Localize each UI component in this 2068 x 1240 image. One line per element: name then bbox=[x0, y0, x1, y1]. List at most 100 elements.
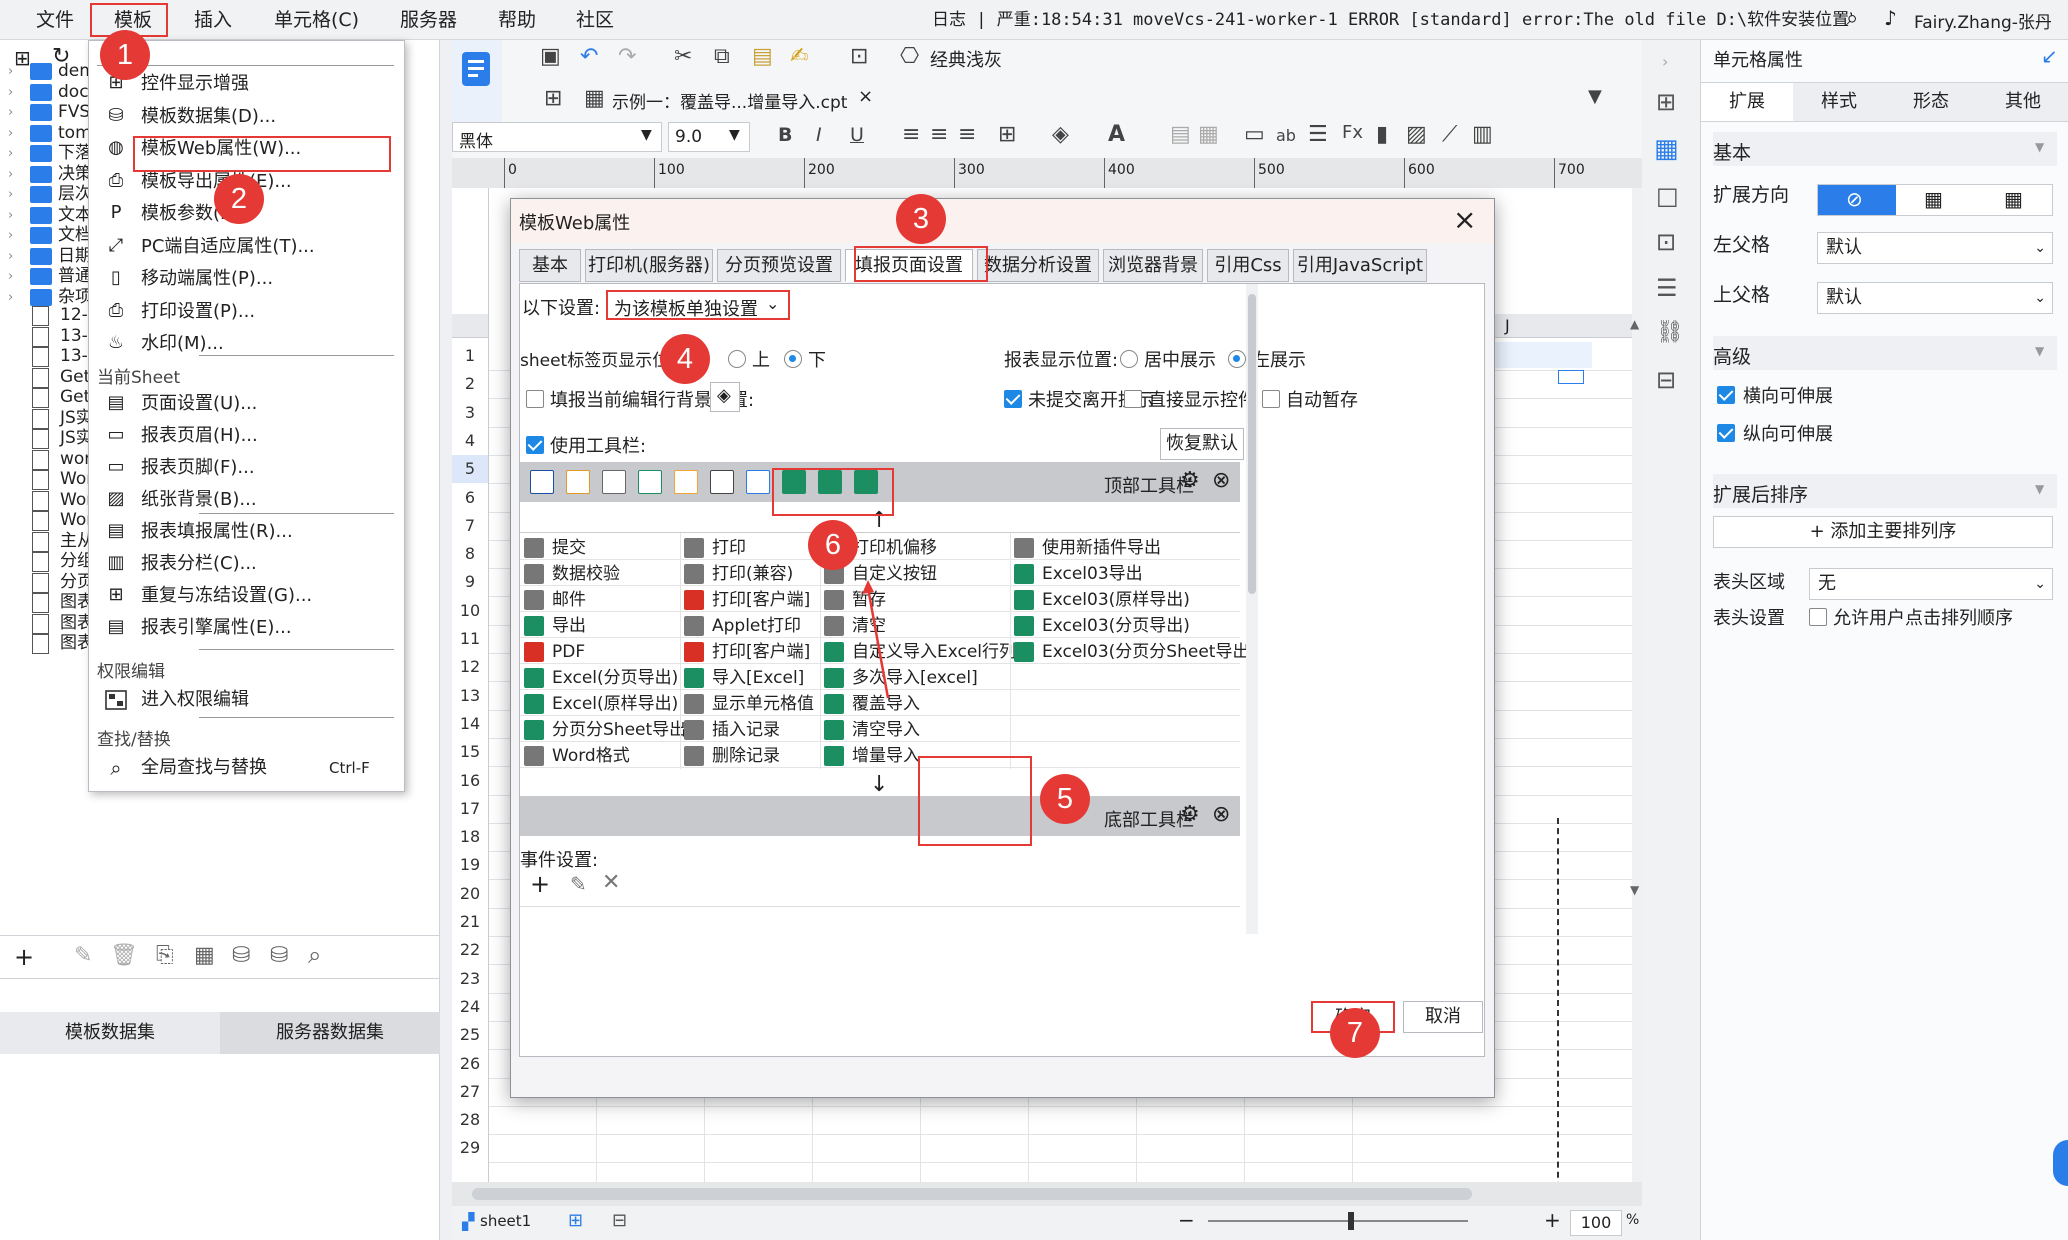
theme-icon[interactable]: ⎔ bbox=[900, 44, 919, 69]
menu-item[interactable]: ▯ 移动端属性(P)... bbox=[89, 264, 404, 294]
tab-shape[interactable]: 形态 bbox=[1885, 83, 1977, 121]
bottom-toolbar-strip[interactable]: 底部工具栏 ⚙ ⊗ bbox=[520, 796, 1240, 836]
tab-menu-icon[interactable]: ▼ bbox=[1588, 86, 1602, 107]
dialog-tab[interactable]: 打印机(服务器) bbox=[585, 249, 713, 282]
slash-icon[interactable]: ⟋ bbox=[1442, 122, 1457, 147]
row-header[interactable]: 1 bbox=[452, 342, 488, 370]
row-header[interactable]: 16 bbox=[452, 767, 488, 795]
menu-help[interactable]: 帮助 bbox=[490, 6, 544, 34]
row-header[interactable]: 6 bbox=[452, 484, 488, 512]
align-left-icon[interactable]: ≡ bbox=[902, 122, 920, 147]
subreport-icon[interactable]: ▥ bbox=[1472, 122, 1493, 147]
dialog-tab[interactable]: 分页预览设置 bbox=[717, 249, 841, 282]
unmerge-icon[interactable]: ▦ bbox=[1198, 122, 1219, 147]
vertical-scrollbar[interactable]: ▲ ▼ bbox=[1630, 188, 1642, 1198]
section-advanced[interactable]: 高级 ▼ bbox=[1713, 336, 2057, 370]
zoom-input[interactable]: 100 bbox=[1570, 1210, 1622, 1236]
save-icon[interactable]: ▣ bbox=[540, 44, 561, 69]
image-icon[interactable]: ▨ bbox=[1406, 122, 1427, 147]
radio-bottom[interactable] bbox=[784, 350, 802, 368]
tab-expand[interactable]: 扩展 bbox=[1701, 83, 1793, 121]
tree-icon[interactable]: ⊟ bbox=[1656, 368, 1676, 392]
row-header[interactable]: 15 bbox=[452, 738, 488, 766]
menu-item[interactable]: ▭ 报表页脚(F)... bbox=[89, 453, 404, 483]
cut-icon[interactable]: ✂ bbox=[674, 44, 692, 69]
menu-item[interactable]: ▥ 报表分栏(C)... bbox=[89, 549, 404, 579]
h-expand-checkbox[interactable] bbox=[1717, 386, 1735, 404]
add-sort-button[interactable]: + 添加主要排列序 bbox=[1713, 516, 2053, 548]
log-bar[interactable]: 日志 | 严重:18:54:31 moveVcs-241-worker-1 ER… bbox=[932, 0, 1852, 40]
up-parent-select[interactable]: 默认 ⌄ bbox=[1817, 282, 2053, 314]
row-header[interactable]: 7 bbox=[452, 512, 488, 540]
row-header[interactable]: 29 bbox=[452, 1134, 488, 1162]
toolbar-button-icon[interactable] bbox=[530, 470, 554, 494]
align-center-icon[interactable]: ≡ bbox=[930, 122, 948, 147]
delete-event-icon[interactable]: ✕ bbox=[602, 872, 620, 894]
menu-item-permission-edit[interactable]: 进入权限编辑 bbox=[89, 685, 404, 715]
paste-icon[interactable]: ▤ bbox=[752, 44, 773, 69]
tab-style[interactable]: 样式 bbox=[1793, 83, 1885, 121]
format-painter-icon[interactable]: ✍ bbox=[790, 44, 808, 69]
font-size-select[interactable]: 9.0 ▼ bbox=[668, 122, 750, 152]
frame-icon[interactable]: □ bbox=[1656, 184, 1679, 208]
scroll-down-icon[interactable]: ▼ bbox=[1630, 884, 1639, 896]
autosave-checkbox[interactable] bbox=[1262, 390, 1280, 408]
toolbar-button-icon[interactable] bbox=[602, 470, 626, 494]
tab-other[interactable]: 其他 bbox=[1977, 83, 2068, 121]
row-header[interactable]: 13 bbox=[452, 682, 488, 710]
add-sheet-icon[interactable]: ⊞ bbox=[568, 1210, 583, 1231]
row-header[interactable]: 8 bbox=[452, 540, 488, 568]
left-parent-select[interactable]: 默认 ⌄ bbox=[1817, 232, 2053, 264]
grid-icon[interactable]: ⊞ bbox=[544, 86, 562, 111]
column-header-j[interactable]: J bbox=[1505, 316, 1510, 335]
dialog-tab[interactable]: 引用JavaScript bbox=[1293, 249, 1427, 282]
direct-widget-checkbox[interactable] bbox=[1124, 390, 1142, 408]
tab-server-dataset[interactable]: 服务器数据集 bbox=[220, 1012, 440, 1054]
menu-item-find-replace[interactable]: ⌕ 全局查找与替换 Ctrl-F bbox=[89, 753, 404, 783]
theme-label[interactable]: 经典浅灰 bbox=[930, 46, 1002, 72]
cell-props-icon[interactable]: ▦ bbox=[1654, 136, 1679, 162]
cell-attr-icon[interactable]: ⊞ bbox=[1656, 90, 1676, 114]
tab-template-dataset[interactable]: 模板数据集 bbox=[0, 1012, 220, 1054]
vertical-expand-button[interactable]: ▦ bbox=[1924, 189, 1943, 209]
menu-item[interactable]: ⊞ 重复与冻结设置(G)... bbox=[89, 581, 404, 611]
report-tab-title[interactable]: 示例一：覆盖导...增量导入.cpt bbox=[612, 88, 847, 113]
menu-item[interactable]: ⛁ 模板数据集(D)... bbox=[89, 102, 404, 132]
toolbar-button-icon[interactable] bbox=[638, 470, 662, 494]
menu-cell[interactable]: 单元格(C) bbox=[266, 6, 367, 34]
widget-icon[interactable]: ▭ bbox=[1244, 122, 1265, 147]
no-expand-button[interactable]: ⊘ bbox=[1818, 185, 1896, 215]
toolbar-button-icon[interactable] bbox=[710, 470, 734, 494]
search-dataset-icon[interactable]: ⌕ bbox=[308, 943, 321, 967]
gear-icon[interactable]: ⚙ bbox=[1180, 470, 1200, 492]
row-header[interactable]: 25 bbox=[452, 1021, 488, 1049]
link-icon[interactable]: ⛓ bbox=[1656, 322, 1684, 344]
add-event-icon[interactable]: + bbox=[530, 872, 550, 896]
menu-insert[interactable]: 插入 bbox=[186, 6, 240, 34]
fill-color-icon[interactable]: ◈ bbox=[1052, 122, 1069, 147]
chart-icon[interactable]: ▮ bbox=[1376, 122, 1388, 147]
align-right-icon[interactable]: ≡ bbox=[958, 122, 976, 147]
horizontal-scrollbar[interactable] bbox=[452, 1182, 1642, 1206]
close-icon[interactable]: × bbox=[1453, 203, 1476, 236]
menu-community[interactable]: 社区 bbox=[568, 6, 622, 34]
dialog-tab[interactable]: 基本 bbox=[519, 249, 581, 282]
row-header[interactable]: 20 bbox=[452, 880, 488, 908]
row-header[interactable]: 2 bbox=[452, 370, 488, 398]
menu-item[interactable]: ⤢ PC端自适应属性(T)... bbox=[89, 232, 404, 262]
unsubmit-checkbox[interactable] bbox=[1004, 390, 1022, 408]
row-header[interactable]: 14 bbox=[452, 710, 488, 738]
text-icon[interactable]: ab bbox=[1276, 126, 1296, 145]
toolbar-button-icon[interactable] bbox=[566, 470, 590, 494]
row-header[interactable]: 12 bbox=[452, 653, 488, 681]
add-poly-sheet-icon[interactable]: ⊟ bbox=[612, 1210, 627, 1231]
row-header[interactable]: 28 bbox=[452, 1106, 488, 1134]
gear-icon[interactable]: ⚙ bbox=[1180, 804, 1200, 826]
row-header[interactable]: 3 bbox=[452, 399, 488, 427]
menu-server[interactable]: 服务器 bbox=[392, 6, 465, 34]
row-header[interactable]: 22 bbox=[452, 936, 488, 964]
formula-icon[interactable]: Fx bbox=[1342, 122, 1363, 143]
pin-icon[interactable]: ↙ bbox=[2041, 46, 2058, 66]
dataset-icon[interactable]: ▦ bbox=[194, 945, 215, 967]
zoom-slider-thumb[interactable] bbox=[1348, 1212, 1354, 1230]
